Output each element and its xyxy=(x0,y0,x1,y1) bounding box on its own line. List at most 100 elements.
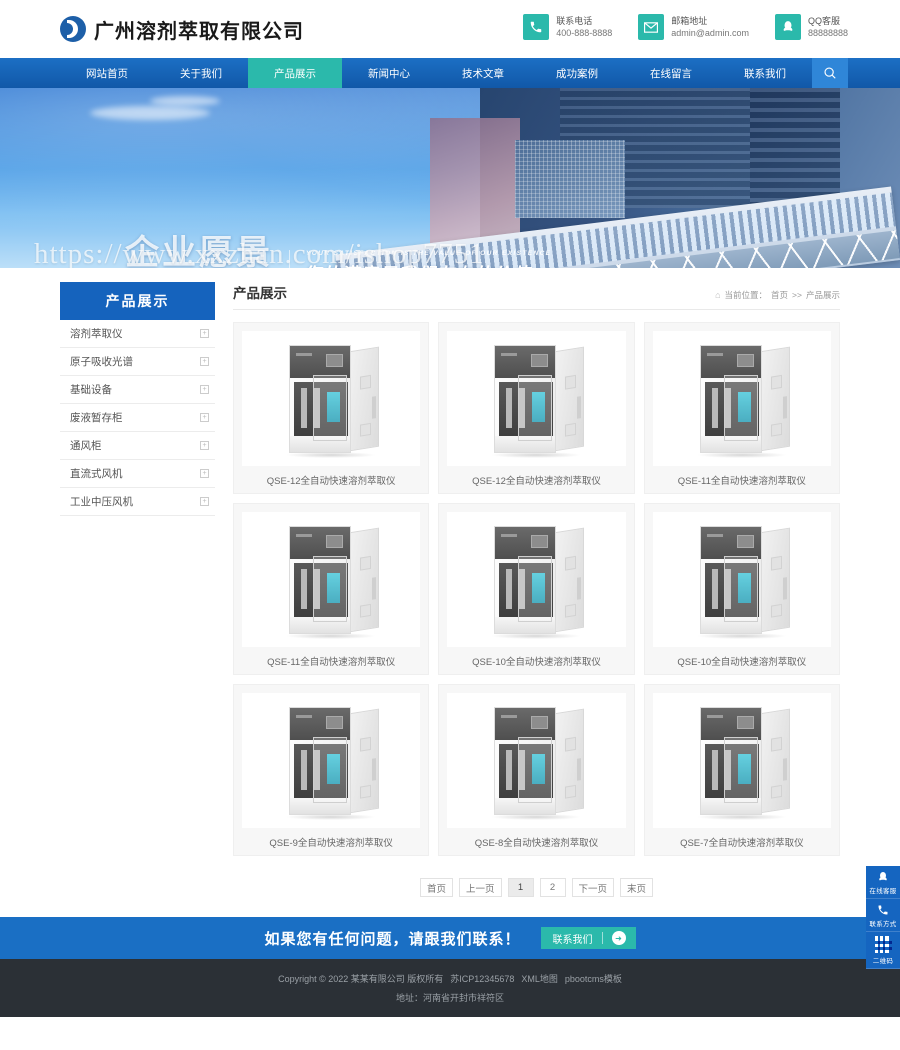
footer-template-link[interactable]: pbootcms模板 xyxy=(565,972,622,985)
contact-qq: QQ客服 88888888 xyxy=(774,14,848,40)
product-card[interactable]: QSE-10全自动快速溶剂萃取仪 xyxy=(438,503,635,675)
expand-icon[interactable]: + xyxy=(200,329,209,338)
qq-service-icon xyxy=(866,870,900,883)
divider xyxy=(601,932,603,944)
nav-item-cases[interactable]: 成功案例 xyxy=(530,58,624,88)
footer-copyright-line: Copyright © 2022 某某有限公司 版权所有 苏ICP1234567… xyxy=(278,972,622,985)
contact-email: 邮箱地址 admin@admin.com xyxy=(638,14,749,40)
qq-icon xyxy=(774,14,801,40)
nav-item-products[interactable]: 产品展示 xyxy=(248,58,342,88)
nav-item-news[interactable]: 新闻中心 xyxy=(342,58,436,88)
contact-us-button-label: 联系我们 xyxy=(552,934,593,946)
breadcrumb: ⌂ 当前位置： 首页 >> 产品展示 xyxy=(715,289,840,301)
qrcode-icon xyxy=(874,936,892,953)
sidebar-heading: 产品展示 xyxy=(60,282,215,320)
breadcrumb-separator: >> xyxy=(792,290,802,300)
product-name: QSE-10全自动快速溶剂萃取仪 xyxy=(472,656,601,668)
product-card[interactable]: QSE-12全自动快速溶剂萃取仪 xyxy=(233,322,430,494)
pagination-page-1[interactable]: 1 xyxy=(507,878,534,897)
expand-icon[interactable]: + xyxy=(200,497,209,506)
phone-icon xyxy=(523,14,550,40)
expand-icon[interactable]: + xyxy=(200,469,209,478)
sidebar-item-extractor[interactable]: 溶剂萃取仪 + xyxy=(60,320,215,348)
pagination-prev[interactable]: 上一页 xyxy=(458,878,502,897)
float-qrcode[interactable]: 二维码 xyxy=(866,932,900,969)
float-contact-label: 联系方式 xyxy=(869,921,897,928)
nav-item-contact[interactable]: 联系我们 xyxy=(718,58,812,88)
nav-item-about[interactable]: 关于我们 xyxy=(154,58,248,88)
product-name: QSE-10全自动快速溶剂萃取仪 xyxy=(677,656,807,668)
extractor-machine-image xyxy=(652,512,831,647)
expand-icon[interactable]: + xyxy=(200,413,209,422)
float-online-service[interactable]: 在线客服 xyxy=(866,866,900,899)
extractor-machine-image xyxy=(242,693,421,828)
breadcrumb-prefix: 当前位置： xyxy=(724,290,768,300)
sidebar-item-industrial-fan[interactable]: 工业中压风机 + xyxy=(60,488,215,516)
building-image xyxy=(515,140,625,218)
pagination-first[interactable]: 首页 xyxy=(419,878,453,897)
logo[interactable]: 广州溶剂萃取有限公司 xyxy=(60,15,304,44)
main-navigation: 网站首页 关于我们 产品展示 新闻中心 技术文章 成功案例 在线留言 联系我们 xyxy=(0,58,900,88)
sidebar-item-label: 溶剂萃取仪 xyxy=(70,328,123,340)
float-qrcode-label: 二维码 xyxy=(872,958,894,965)
float-online-service-label: 在线客服 xyxy=(869,888,897,895)
footer-sitemap-link[interactable]: XML地图 xyxy=(521,972,558,985)
sidebar-item-label: 基础设备 xyxy=(70,384,112,396)
product-name: QSE-12全自动快速溶剂萃取仪 xyxy=(266,475,396,487)
watermark-url: https://www.xxzhan.com/ishop7751 xyxy=(34,238,485,268)
product-listing: 产品展示 ⌂ 当前位置： 首页 >> 产品展示 QSE-12全自动快速溶剂萃取仪… xyxy=(233,282,840,917)
contact-us-button[interactable]: 联系我们 ➜ xyxy=(540,927,636,949)
home-icon: ⌂ xyxy=(715,290,721,300)
company-name: 广州溶剂萃取有限公司 xyxy=(94,20,304,43)
product-card[interactable]: QSE-10全自动快速溶剂萃取仪 xyxy=(643,503,840,675)
pagination: 首页 上一页 1 2 下一页 末页 xyxy=(233,878,840,897)
sidebar-item-label: 直流式风机 xyxy=(70,468,123,480)
extractor-machine-image xyxy=(242,331,421,466)
sidebar-item-waste-cabinet[interactable]: 废液暂存柜 + xyxy=(60,404,215,432)
product-grid: QSE-12全自动快速溶剂萃取仪 QSE-12全自动快速溶剂萃取仪 QSE-11… xyxy=(233,322,840,856)
sidebar-item-spectrometer[interactable]: 原子吸收光谱 + xyxy=(60,348,215,376)
breadcrumb-link-home[interactable]: 首页 xyxy=(771,289,788,301)
contact-qq-value: 88888888 xyxy=(807,28,848,38)
breadcrumb-current: 产品展示 xyxy=(805,290,840,300)
product-name: QSE-7全自动快速溶剂萃取仪 xyxy=(680,837,804,849)
float-contact[interactable]: 联系方式 xyxy=(866,899,900,932)
cta-text: 如果您有任何问题，请跟我们联系！ xyxy=(264,930,521,948)
contact-qq-title: QQ客服 xyxy=(807,15,840,26)
pagination-page-2[interactable]: 2 xyxy=(539,878,566,897)
expand-icon[interactable]: + xyxy=(200,357,209,366)
nav-item-articles[interactable]: 技术文章 xyxy=(436,58,530,88)
extractor-machine-image xyxy=(447,512,626,647)
contact-phone: 联系电话 400-888-8888 xyxy=(523,14,612,40)
sidebar-item-fume-hood[interactable]: 通风柜 + xyxy=(60,432,215,460)
content-header: 产品展示 ⌂ 当前位置： 首页 >> 产品展示 xyxy=(233,282,840,310)
product-card[interactable]: QSE-7全自动快速溶剂萃取仪 xyxy=(643,684,840,856)
pagination-next[interactable]: 下一页 xyxy=(571,878,615,897)
nav-item-home[interactable]: 网站首页 xyxy=(60,58,154,88)
product-card[interactable]: QSE-11全自动快速溶剂萃取仪 xyxy=(233,503,430,675)
search-icon[interactable] xyxy=(812,58,848,88)
footer-copyright: Copyright © 2022 某某有限公司 版权所有 xyxy=(278,974,444,984)
expand-icon[interactable]: + xyxy=(200,441,209,450)
cloud-decoration xyxy=(90,106,210,120)
sidebar-category-list: 溶剂萃取仪 + 原子吸收光谱 + 基础设备 + 废液暂存柜 + 通风柜 + 直流… xyxy=(60,320,215,516)
nav-item-message[interactable]: 在线留言 xyxy=(624,58,718,88)
product-sidebar: 产品展示 溶剂萃取仪 + 原子吸收光谱 + 基础设备 + 废液暂存柜 + 通风柜… xyxy=(60,282,215,516)
product-card[interactable]: QSE-9全自动快速溶剂萃取仪 xyxy=(233,684,430,856)
contact-email-value: admin@admin.com xyxy=(671,28,749,38)
header-contacts: 联系电话 400-888-8888 邮箱地址 admin@admin.com Q… xyxy=(523,14,848,40)
product-card[interactable]: QSE-8全自动快速溶剂萃取仪 xyxy=(438,684,635,856)
sidebar-item-label: 通风柜 xyxy=(70,440,102,452)
contact-email-title: 邮箱地址 xyxy=(671,15,708,26)
product-card[interactable]: QSE-12全自动快速溶剂萃取仪 xyxy=(438,322,635,494)
product-card[interactable]: QSE-11全自动快速溶剂萃取仪 xyxy=(643,322,840,494)
cloud-decoration xyxy=(150,96,220,106)
footer-icp-link[interactable]: 苏ICP12345678 xyxy=(450,972,514,985)
product-name: QSE-11全自动快速溶剂萃取仪 xyxy=(677,475,806,487)
mail-icon xyxy=(638,14,665,40)
sidebar-item-dc-fan[interactable]: 直流式风机 + xyxy=(60,460,215,488)
page-title: 产品展示 xyxy=(233,286,287,301)
sidebar-item-basic-equipment[interactable]: 基础设备 + xyxy=(60,376,215,404)
expand-icon[interactable]: + xyxy=(200,385,209,394)
pagination-last[interactable]: 末页 xyxy=(620,878,654,897)
